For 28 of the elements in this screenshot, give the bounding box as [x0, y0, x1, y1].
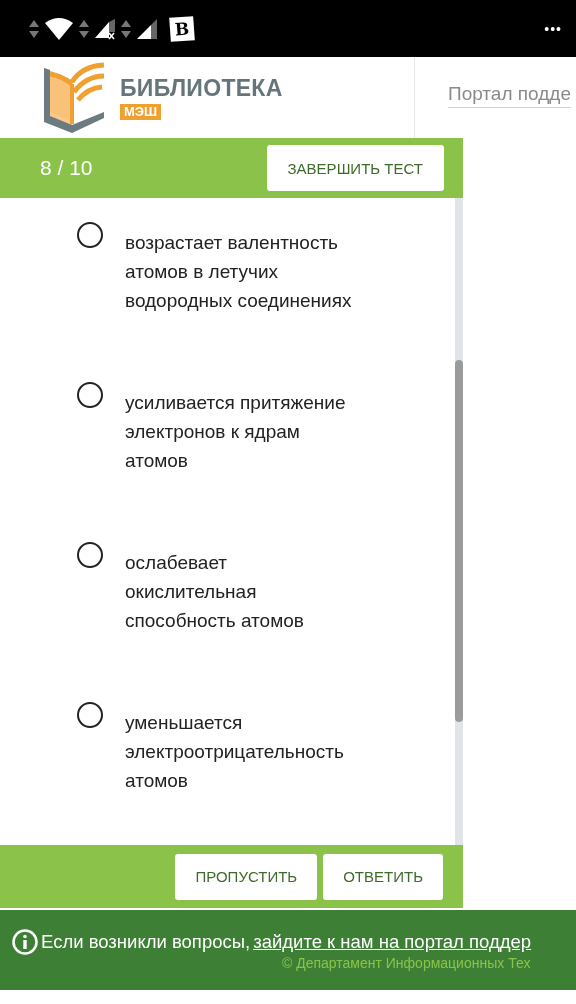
- action-button[interactable]: ПРОПУСТИТЬ: [175, 853, 318, 900]
- menu-icon[interactable]: •••: [544, 20, 562, 37]
- radio-button[interactable]: [77, 222, 103, 248]
- answer-option[interactable]: усиливается притяжение электронов к ядрам атомов: [125, 388, 357, 475]
- book-logo-icon: [42, 61, 106, 134]
- answer-option[interactable]: возрастает валентность атомов в летучих водородных соединениях: [125, 228, 357, 315]
- radio-button[interactable]: [77, 702, 103, 728]
- logo-badge: МЭШ: [120, 104, 162, 120]
- app-notification-icon: B: [169, 15, 195, 42]
- action-button[interactable]: ОТВЕТИТЬ: [323, 853, 443, 900]
- scrollbar-thumb[interactable]: [455, 360, 463, 722]
- copyright-text: © Департамент Информационных Тех: [282, 955, 532, 971]
- signal-icon: [136, 17, 158, 40]
- question-counter: 8 / 10: [40, 156, 93, 180]
- wifi-icon: [44, 16, 74, 41]
- logo-title: БИБЛИОТЕКА: [120, 75, 283, 102]
- support-portal-link[interactable]: зайдите к нам на портал поддер: [253, 931, 532, 953]
- data-arrows-icon: [120, 18, 132, 39]
- answer-option[interactable]: уменьшается электроотрицательность атомов: [125, 708, 357, 795]
- data-arrows-icon: [78, 18, 90, 39]
- data-arrows-icon: [28, 18, 40, 39]
- answer-option[interactable]: ослабевает окислительная способность атомов: [125, 548, 357, 635]
- info-icon: [12, 929, 38, 955]
- finish-test-button[interactable]: ЗАВЕРШИТЬ ТЕСТ: [266, 145, 444, 191]
- signal-off-icon: [94, 17, 116, 40]
- radio-button[interactable]: [77, 382, 103, 408]
- radio-button[interactable]: [77, 542, 103, 568]
- help-text: Если возникли вопросы,: [41, 931, 251, 953]
